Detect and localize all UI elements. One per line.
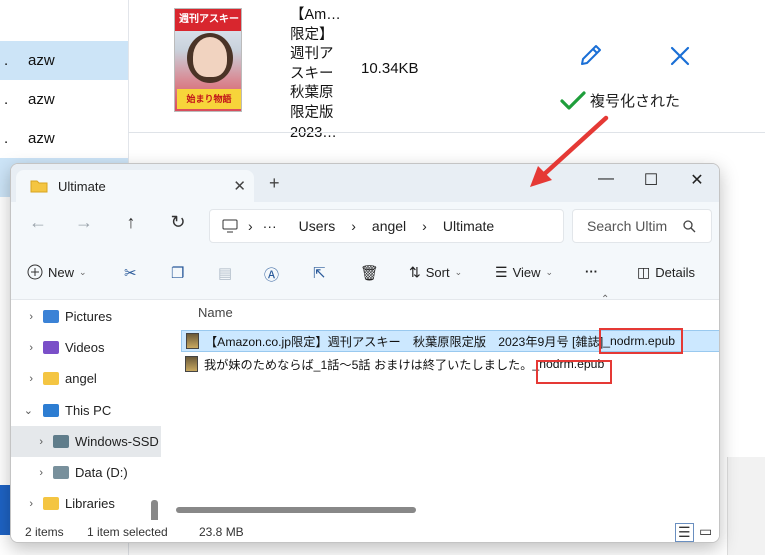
annotation-arrow-icon bbox=[530, 115, 609, 187]
